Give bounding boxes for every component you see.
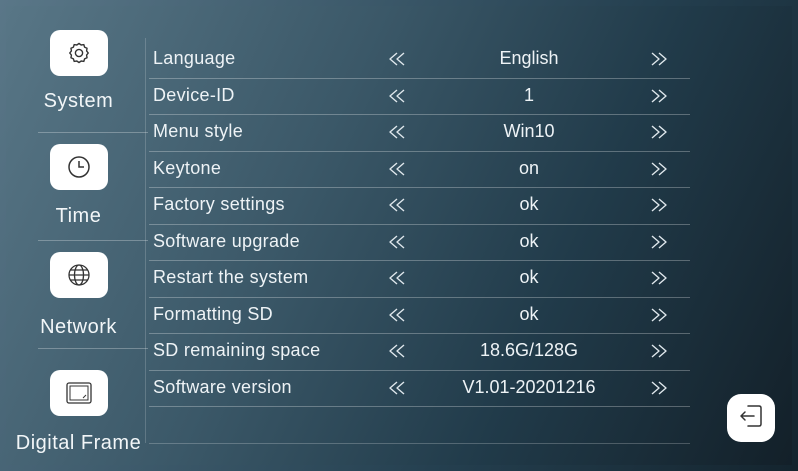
photo-frame-icon — [50, 370, 108, 416]
setting-row[interactable]: Language English — [149, 42, 690, 79]
double-chevron-right-icon[interactable] — [649, 380, 669, 396]
clock-icon — [50, 144, 108, 190]
setting-label: Menu style — [153, 121, 244, 141]
globe-icon — [50, 252, 108, 298]
divider — [149, 443, 690, 444]
double-chevron-left-icon[interactable] — [387, 161, 407, 177]
setting-row[interactable]: Device-ID 1 — [149, 79, 690, 115]
setting-value: ok — [519, 194, 539, 214]
setting-label: Factory settings — [153, 194, 285, 214]
double-chevron-left-icon[interactable] — [387, 88, 407, 104]
divider — [38, 240, 148, 241]
setting-label: Formatting SD — [153, 303, 273, 324]
double-chevron-right-icon[interactable] — [649, 124, 669, 140]
setting-row[interactable]: Menu style Win10 — [149, 115, 690, 152]
setting-row[interactable]: Software version V1.01-20201216 — [149, 371, 690, 407]
double-chevron-right-icon[interactable] — [649, 270, 669, 286]
setting-value: 1 — [523, 84, 534, 105]
sidebar-item-label: System — [43, 90, 114, 112]
double-chevron-right-icon[interactable] — [649, 307, 669, 323]
back-button[interactable] — [727, 394, 775, 442]
double-chevron-right-icon[interactable] — [649, 234, 669, 250]
double-chevron-left-icon[interactable] — [387, 270, 407, 286]
double-chevron-right-icon[interactable] — [649, 161, 669, 177]
double-chevron-left-icon[interactable] — [387, 380, 407, 396]
setting-row[interactable]: Restart the system ok — [149, 261, 690, 298]
double-chevron-right-icon[interactable] — [649, 51, 669, 67]
setting-label: Language — [153, 48, 236, 68]
sidebar-item-label: Time — [55, 205, 102, 227]
exit-arrow-icon — [736, 401, 766, 436]
double-chevron-left-icon[interactable] — [387, 124, 407, 140]
setting-row[interactable]: Keytone on — [149, 152, 690, 188]
divider — [38, 348, 148, 349]
double-chevron-right-icon[interactable] — [649, 88, 669, 104]
setting-row[interactable]: Formatting SD ok — [149, 298, 690, 334]
sidebar-item-label: Network — [40, 316, 117, 338]
settings-list: Language English Device-ID 1 Menu style Win10… — [149, 42, 690, 407]
setting-label: Software version — [153, 376, 292, 397]
setting-label: Device-ID — [153, 84, 235, 105]
setting-value: Win10 — [503, 121, 555, 141]
double-chevron-right-icon[interactable] — [649, 343, 669, 359]
double-chevron-left-icon[interactable] — [387, 307, 407, 323]
sidebar: System Time Network Digital Frame — [6, 6, 151, 465]
setting-label: Restart the system — [153, 267, 309, 287]
setting-value: English — [499, 48, 559, 68]
setting-label: Keytone — [153, 157, 222, 178]
setting-row[interactable]: Factory settings ok — [149, 188, 690, 225]
double-chevron-left-icon[interactable] — [387, 197, 407, 213]
double-chevron-left-icon[interactable] — [387, 234, 407, 250]
divider — [38, 132, 148, 133]
setting-row[interactable]: SD remaining space 18.6G/128G — [149, 334, 690, 371]
double-chevron-right-icon[interactable] — [649, 197, 669, 213]
sidebar-item-label: Digital Frame — [15, 432, 142, 454]
setting-value: ok — [519, 267, 539, 287]
settings-gear-icon — [50, 30, 108, 76]
setting-value: ok — [519, 303, 539, 324]
double-chevron-left-icon[interactable] — [387, 343, 407, 359]
setting-value: ok — [519, 230, 539, 251]
double-chevron-left-icon[interactable] — [387, 51, 407, 67]
setting-value: V1.01-20201216 — [462, 376, 596, 397]
setting-value: on — [518, 157, 540, 178]
setting-label: SD remaining space — [153, 340, 321, 360]
settings-screen: System Time Network Digital Frame Langua… — [6, 6, 792, 465]
setting-label: Software upgrade — [153, 230, 300, 251]
setting-value: 18.6G/128G — [479, 340, 579, 360]
setting-row[interactable]: Software upgrade ok — [149, 225, 690, 261]
divider — [145, 38, 146, 443]
